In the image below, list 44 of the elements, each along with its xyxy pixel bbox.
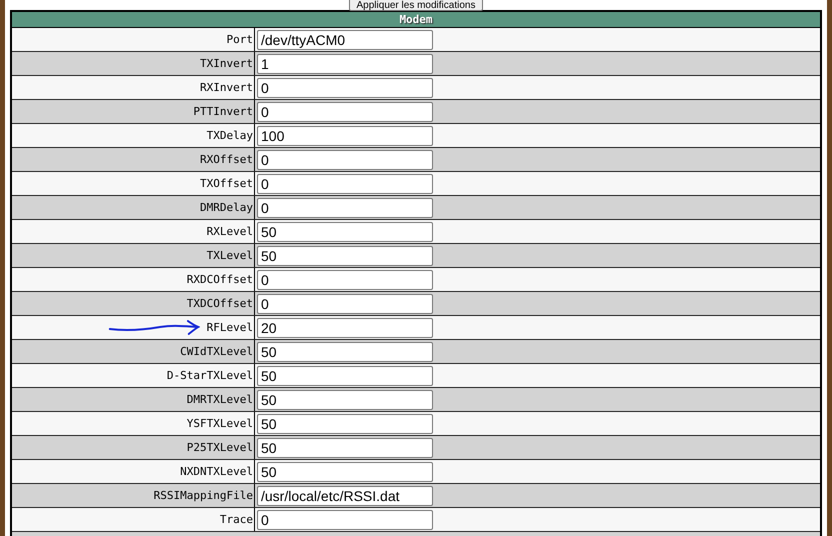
input-field[interactable]: /dev/ttyACM0 [257,30,433,50]
field-label: YSFTXLevel [186,417,253,430]
field-label: Trace [220,513,253,526]
input-field[interactable]: 20 [257,318,433,338]
input-field[interactable]: 50 [257,342,433,362]
field-label: RXLevel [206,225,253,238]
field-label: RSSIMappingFile [154,489,253,502]
field-label: P25TXLevel [186,441,253,454]
input-field[interactable]: /usr/local/etc/RSSI.dat [257,486,433,506]
input-field[interactable]: 100 [257,126,433,146]
input-field[interactable]: 50 [257,366,433,386]
input-field[interactable]: 0 [257,102,433,122]
field-label: NXDNTXLevel [180,465,253,478]
input-field[interactable]: 50 [257,390,433,410]
field-label: PTTInvert [193,105,253,118]
input-field[interactable]: 50 [257,246,433,266]
section-header: Modem [12,12,820,28]
apply-button[interactable]: Appliquer les modifications [348,0,484,11]
field-label: TXDCOffset [186,297,253,310]
input-field[interactable]: 50 [257,222,433,242]
field-label: TXInvert [200,57,253,70]
field-label: TXLevel [206,249,253,262]
field-label: DMRTXLevel [186,393,253,406]
input-field[interactable]: 50 [257,414,433,434]
input-field[interactable]: 1 [257,54,433,74]
input-field[interactable]: 0 [257,150,433,170]
input-field[interactable]: 50 [257,438,433,458]
input-field[interactable]: 0 [257,198,433,218]
field-label: Port [226,33,253,46]
field-label: TXDelay [206,129,253,142]
field-label: RFLevel [206,321,253,334]
input-field[interactable]: 0 [257,510,433,530]
field-label: RXInvert [200,81,253,94]
input-field[interactable]: 50 [257,462,433,482]
input-field[interactable]: 0 [257,270,433,290]
input-field[interactable]: 0 [257,174,433,194]
field-label: TXOffset [200,177,253,190]
field-label: CWIdTXLevel [180,345,253,358]
input-field[interactable]: 0 [257,78,433,98]
input-field[interactable]: 0 [257,294,433,314]
field-label: RXDCOffset [186,273,253,286]
field-label: RXOffset [200,153,253,166]
field-label: D-StarTXLevel [166,369,253,382]
field-label: DMRDelay [200,201,253,214]
